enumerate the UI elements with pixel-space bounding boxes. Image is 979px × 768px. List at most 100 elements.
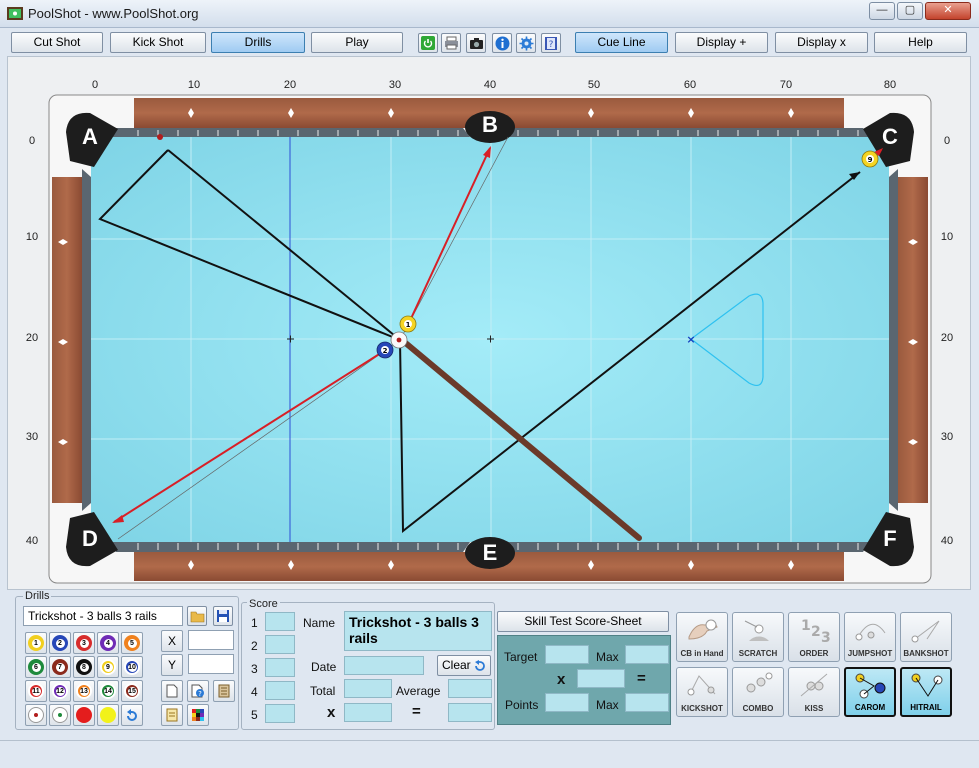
score-row-field[interactable] <box>265 635 295 654</box>
score-row-label: 1 <box>251 616 258 630</box>
kiss-button[interactable]: KISS <box>788 667 840 717</box>
score-row-field[interactable] <box>265 612 295 631</box>
svg-text:?: ? <box>198 690 202 698</box>
pocket-label-f: F <box>883 526 897 551</box>
name-label: Name <box>303 616 336 630</box>
color-grid-icon[interactable] <box>187 704 209 726</box>
target-field[interactable] <box>545 645 589 664</box>
help-book-icon[interactable]: ? <box>541 33 561 53</box>
ball-button-15[interactable]: 15 <box>121 680 143 702</box>
ball-button-6[interactable]: 6 <box>25 656 47 678</box>
display-plus-system-button[interactable]: Display + System <box>675 32 768 68</box>
kickshot-button[interactable]: KICKSHOT <box>676 667 728 717</box>
kick-shot-button[interactable]: Kick Shot <box>110 32 206 53</box>
carom-button[interactable]: CAROM <box>844 667 896 717</box>
total-field[interactable] <box>344 679 392 698</box>
hitrail-icon <box>911 673 943 697</box>
hand-icon <box>688 619 718 640</box>
date-field[interactable] <box>344 656 424 675</box>
help-button[interactable]: Help <box>874 32 967 53</box>
camera-icon[interactable] <box>466 33 486 53</box>
doc-help-icon[interactable]: ? <box>187 680 209 702</box>
ball-button-4[interactable]: 4 <box>97 632 119 654</box>
skill-test-button[interactable]: Skill Test Score-Sheet <box>497 611 669 632</box>
cb-in-hand-button[interactable]: CB in Hand <box>676 612 728 662</box>
svg-text:1: 1 <box>406 321 411 329</box>
pocket-label-b: B <box>482 112 498 137</box>
order-button[interactable]: 123 ORDER <box>788 612 840 662</box>
max2-field[interactable] <box>625 693 669 712</box>
power-icon[interactable] <box>418 33 438 53</box>
cue-line-button[interactable]: Cue Line <box>575 32 668 53</box>
table-area[interactable]: 0 10 20 30 40 50 60 70 80 0 10 20 30 40 … <box>7 56 971 590</box>
skill-multiplier-field[interactable] <box>577 669 625 688</box>
drills-button[interactable]: Drills <box>211 32 305 53</box>
max-field[interactable] <box>625 645 669 664</box>
x-coord-label: X <box>161 630 183 652</box>
skill-multiply-sign: x <box>557 671 566 688</box>
ghost-ball-button[interactable] <box>49 704 71 726</box>
info-icon[interactable] <box>492 33 512 53</box>
new-page-icon[interactable] <box>161 680 183 702</box>
bankshot-button[interactable]: BANKSHOT <box>900 612 952 662</box>
red-ball-button[interactable] <box>73 704 95 726</box>
yellow-ball-button[interactable] <box>97 704 119 726</box>
play-button[interactable]: Play <box>311 32 403 53</box>
clear-button[interactable]: Clear <box>437 655 491 676</box>
ball-button-8[interactable]: 8 <box>73 656 95 678</box>
ball-button-11[interactable]: 11 <box>25 680 47 702</box>
ball-button-3[interactable]: 3 <box>73 632 95 654</box>
score-legend: Score <box>247 598 280 610</box>
score-name-field[interactable]: Trickshot - 3 balls 3 rails <box>344 611 492 651</box>
svg-text:3: 3 <box>821 630 831 644</box>
points-field[interactable] <box>545 693 589 712</box>
maximize-button[interactable]: ▢ <box>897 2 923 20</box>
svg-text:1: 1 <box>801 618 811 634</box>
notes-icon[interactable] <box>161 704 183 726</box>
ball-button-7[interactable]: 7 <box>49 656 71 678</box>
drill-name-input[interactable]: Trickshot - 3 balls 3 rails <box>23 606 183 626</box>
ball-button-12[interactable]: 12 <box>49 680 71 702</box>
score-row-label: 4 <box>251 685 258 699</box>
score-row-field[interactable] <box>265 704 295 723</box>
toolbar: Cut Shot Kick Shot Drills Play ? Cue Lin… <box>0 28 979 68</box>
ball-button-5[interactable]: 5 <box>121 632 143 654</box>
scratch-button[interactable]: SCRATCH <box>732 612 784 662</box>
jumpshot-button[interactable]: JUMPSHOT <box>844 612 896 662</box>
minimize-button[interactable]: — <box>869 2 895 20</box>
display-x-system-button[interactable]: Display x System <box>775 32 868 68</box>
settings-icon[interactable] <box>516 33 536 53</box>
combo-button[interactable]: COMBO <box>732 667 784 717</box>
score-row-field[interactable] <box>265 681 295 700</box>
undo-arrow-icon[interactable] <box>121 704 143 726</box>
cut-shot-button[interactable]: Cut Shot <box>11 32 103 53</box>
max2-label: Max <box>596 698 619 712</box>
ball-button-9[interactable]: 9 <box>97 656 119 678</box>
save-disk-icon[interactable] <box>213 606 233 626</box>
score-row-field[interactable] <box>265 658 295 677</box>
open-folder-icon[interactable] <box>187 606 207 626</box>
ball-button-1[interactable]: 1 <box>25 632 47 654</box>
svg-text:×: × <box>686 333 695 346</box>
ball-1[interactable]: 1 <box>399 315 417 333</box>
hitrail-button[interactable]: HITRAIL <box>900 667 952 717</box>
y-coord-input[interactable] <box>188 654 234 674</box>
skill-equals-sign: = <box>637 670 646 687</box>
ball-button-13[interactable]: 13 <box>73 680 95 702</box>
average-field[interactable] <box>448 679 492 698</box>
ball-2[interactable]: 2 <box>376 341 394 359</box>
print-icon[interactable] <box>441 33 461 53</box>
cue-ball[interactable] <box>390 331 408 349</box>
average-label: Average <box>396 684 441 698</box>
multiplier-field[interactable] <box>344 703 392 722</box>
ball-button-2[interactable]: 2 <box>49 632 71 654</box>
ball-button-10[interactable]: 10 <box>121 656 143 678</box>
app-icon <box>7 7 23 20</box>
doc-list-icon[interactable] <box>213 680 235 702</box>
close-button[interactable]: ✕ <box>925 2 971 20</box>
x-coord-input[interactable] <box>188 630 234 650</box>
ball-button-14[interactable]: 14 <box>97 680 119 702</box>
cue-ball-button[interactable] <box>25 704 47 726</box>
result-field[interactable] <box>448 703 492 722</box>
svg-text:2: 2 <box>383 347 388 355</box>
